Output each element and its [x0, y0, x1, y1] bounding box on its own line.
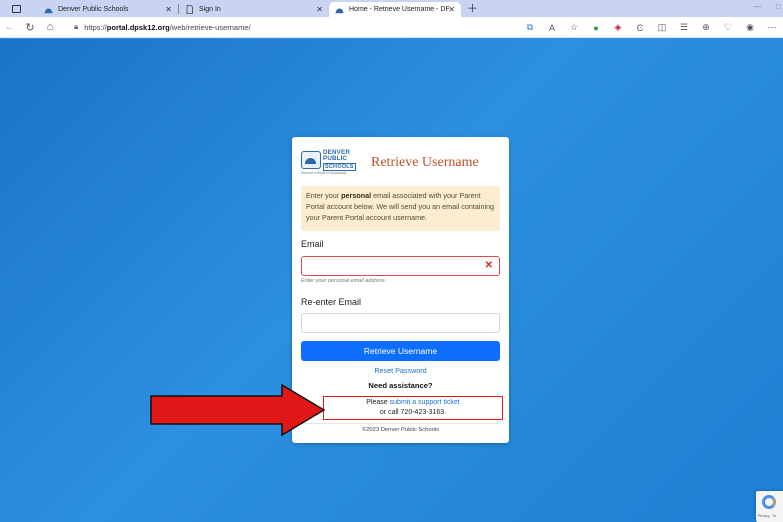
address-bar[interactable]: 🔒︎ https://portal.dpsk12.org/web/retriev…: [74, 22, 251, 32]
dps-favicon-icon: [335, 5, 344, 14]
browser-toolbar: ← ↻ ⌂ 🔒︎ https://portal.dpsk12.org/web/r…: [0, 17, 783, 38]
url-path: /web/retrieve-username/: [169, 22, 251, 32]
email-label: Email: [301, 239, 324, 249]
recaptcha-privacy-text: Privacy - Te: [758, 514, 777, 518]
close-tab-icon[interactable]: ✕: [316, 5, 323, 14]
reset-password-link[interactable]: Reset Password: [292, 366, 509, 375]
page-icon: [185, 5, 194, 14]
instructions-notice: Enter your personal email associated wit…: [301, 186, 500, 231]
tab-sign-in[interactable]: Sign In ✕: [179, 2, 329, 17]
lock-icon[interactable]: 🔒︎: [74, 22, 78, 32]
extension-green-icon[interactable]: ●: [585, 23, 607, 33]
tab-title: Sign In: [199, 6, 221, 13]
dps-emblem-icon: [301, 151, 321, 169]
toolbar-icons: ⧉ A ☆ ● ◈ Ͼ ◫ ☰ ⊕ ♡ ◉ ⋯: [519, 17, 783, 38]
tab-title: Denver Public Schools: [58, 6, 129, 13]
logo-text: DENVER PUBLIC SCHOOLS: [323, 149, 356, 172]
extension-c-icon[interactable]: Ͼ: [629, 23, 651, 33]
logo-tagline: Discover a World of Opportunity: [301, 171, 347, 175]
support-phone: or call 720-423-3163.: [379, 409, 447, 416]
browser-tab-bar: Denver Public Schools ✕ Sign In ✕ Home -…: [0, 0, 783, 17]
page-title: Retrieve Username: [371, 155, 479, 170]
favorites-icon[interactable]: ☰: [673, 22, 695, 33]
split-screen-icon[interactable]: ◫: [651, 22, 673, 33]
error-x-icon: ✕: [484, 260, 493, 271]
refresh-icon[interactable]: ↻: [20, 21, 40, 34]
tab-denver-public-schools[interactable]: Denver Public Schools ✕: [38, 2, 178, 17]
url-host: portal.dpsk12.org: [106, 22, 170, 32]
tab-title: Home - Retrieve Username - DP: [349, 6, 449, 13]
back-icon[interactable]: ←: [0, 21, 20, 33]
retrieve-username-button[interactable]: Retrieve Username: [301, 341, 500, 361]
tab-actions-icon[interactable]: [8, 2, 24, 16]
tab-retrieve-username[interactable]: Home - Retrieve Username - DP ✕: [329, 2, 461, 17]
performance-icon[interactable]: ♡: [717, 22, 739, 33]
reenter-email-label: Re-enter Email: [301, 297, 362, 307]
collections-icon[interactable]: ⊕: [695, 22, 717, 33]
divider: [301, 423, 500, 424]
reenter-email-field[interactable]: [301, 313, 500, 333]
new-tab-icon[interactable]: ＋: [467, 0, 478, 16]
recaptcha-badge[interactable]: Privacy - Te: [756, 491, 783, 522]
favorite-star-icon[interactable]: ☆: [563, 22, 585, 33]
support-info-box: Please submit a support ticket or call 7…: [323, 396, 503, 420]
read-aloud-icon[interactable]: A: [541, 23, 563, 33]
minimize-icon[interactable]: —: [753, 2, 761, 11]
more-options-icon[interactable]: ⋯: [761, 22, 783, 33]
restore-icon[interactable]: □: [776, 2, 781, 11]
extension-shield-icon[interactable]: ◈: [607, 22, 629, 33]
profile-avatar-icon[interactable]: ◉: [739, 22, 761, 33]
dps-favicon-icon: [44, 5, 53, 14]
support-pre-text: Please: [366, 399, 390, 406]
url-prefix: https://: [84, 22, 107, 32]
dps-logo: DENVER PUBLIC SCHOOLS Discover a World o…: [301, 148, 359, 175]
app-available-icon[interactable]: ⧉: [519, 22, 541, 33]
email-field[interactable]: ✕: [301, 256, 500, 276]
close-tab-icon[interactable]: ✕: [165, 5, 172, 14]
support-ticket-link[interactable]: submit a support ticket: [390, 399, 460, 406]
annotation-arrow-icon: [150, 384, 325, 436]
close-tab-icon[interactable]: ✕: [448, 5, 455, 14]
email-hint: Enter your personal email address.: [301, 278, 387, 284]
recaptcha-icon: [762, 495, 776, 509]
home-icon[interactable]: ⌂: [40, 21, 60, 33]
